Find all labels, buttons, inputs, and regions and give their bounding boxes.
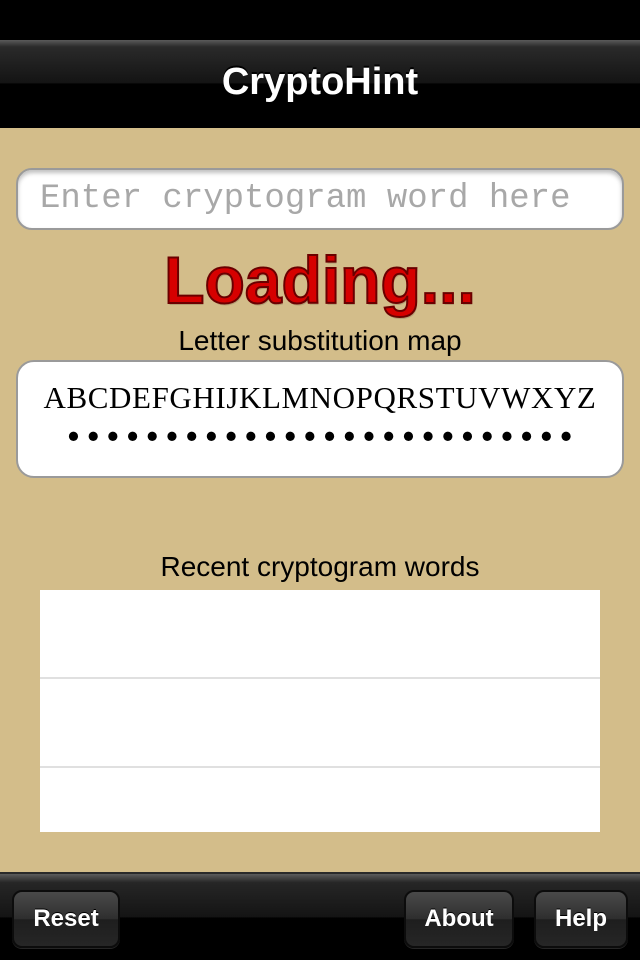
recent-words-label: Recent cryptogram words (160, 551, 480, 582)
substitution-map-label: Letter substitution map (178, 325, 462, 356)
bottom-toolbar: Reset About Help (0, 872, 640, 960)
list-item[interactable] (40, 590, 600, 679)
loading-indicator: Loading... (163, 242, 477, 318)
status-bar (0, 0, 640, 40)
substitution-map-values: •••••••••••••••••••••••••• (63, 420, 577, 457)
list-item[interactable] (40, 679, 600, 768)
main-content: Loading... Letter substitution map ABCDE… (0, 128, 640, 872)
reset-button[interactable]: Reset (12, 890, 120, 948)
help-button[interactable]: Help (534, 890, 628, 948)
navigation-bar: CryptoHint (0, 40, 640, 128)
nav-title: CryptoHint (221, 61, 419, 103)
substitution-map-alphabet: ABCDEFGHIJKLMNOPQRSTUVWXYZ (43, 380, 597, 415)
about-button[interactable]: About (404, 890, 514, 948)
recent-words-list[interactable] (40, 590, 600, 832)
list-item[interactable] (40, 768, 600, 832)
cryptogram-word-input[interactable] (16, 168, 624, 230)
substitution-map: ABCDEFGHIJKLMNOPQRSTUVWXYZ •••••••••••••… (16, 360, 624, 478)
